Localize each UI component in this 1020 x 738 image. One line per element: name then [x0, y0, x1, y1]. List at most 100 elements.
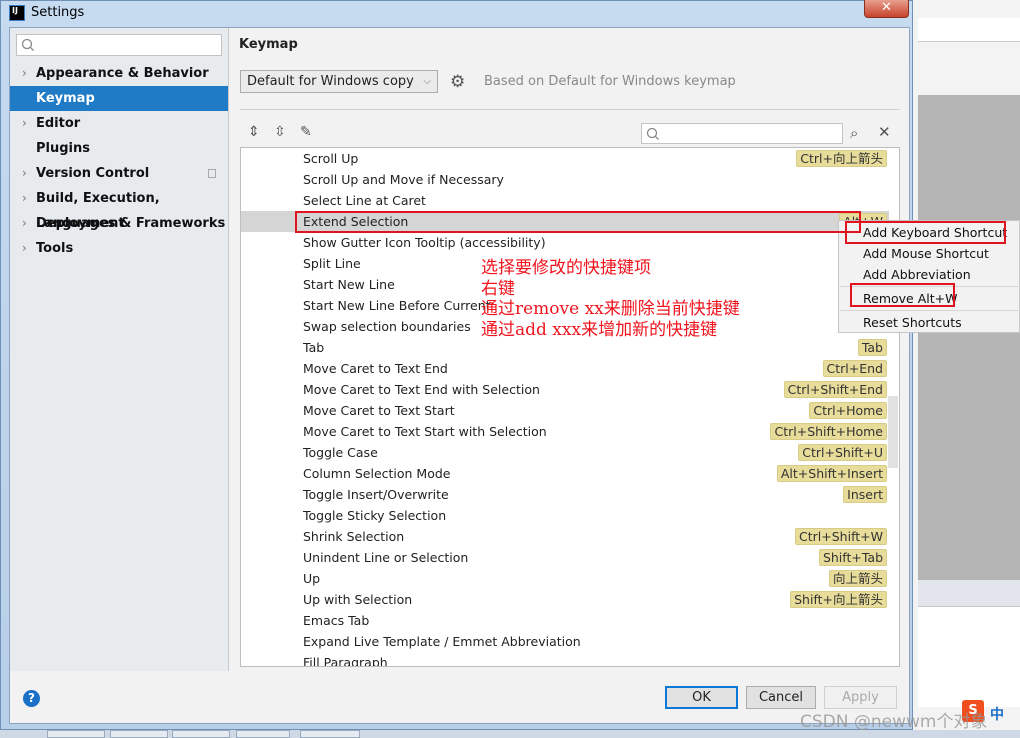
chevron-down-icon: ⌵	[423, 76, 431, 87]
taskbar-item[interactable]	[47, 730, 105, 738]
taskbar-item[interactable]	[110, 730, 168, 738]
cancel-button[interactable]: Cancel	[746, 686, 816, 709]
action-row[interactable]: Toggle Case Ctrl+Shift+U	[241, 442, 889, 463]
chevron-right-icon[interactable]: ›	[22, 236, 27, 261]
sidebar-item-version-control[interactable]: › Version Control	[10, 161, 228, 186]
action-row[interactable]: Expand Live Template / Emmet Abbreviatio…	[241, 631, 889, 652]
gear-icon[interactable]: ⚙	[450, 72, 465, 92]
annotation-text: 选择要修改的快捷键项	[481, 258, 651, 278]
sidebar-item-keymap[interactable]: Keymap	[10, 86, 228, 111]
shortcut-badge: Ctrl+Home	[809, 402, 887, 419]
clear-filter-icon[interactable]: ✕	[878, 123, 891, 141]
highlight-box	[295, 211, 861, 233]
chevron-right-icon[interactable]: ›	[22, 211, 27, 236]
action-row[interactable]: Up 向上箭头	[241, 568, 889, 589]
ime-mode[interactable]: 中	[990, 704, 1004, 724]
divider	[240, 109, 900, 110]
sidebar-item-label: Appearance & Behavior	[36, 66, 209, 81]
action-row[interactable]: Move Caret to Text Start with Selection C…	[241, 421, 889, 442]
annotation-text: 通过add xxx来增加新的快捷键	[481, 320, 718, 340]
page-title: Keymap	[239, 37, 298, 52]
action-row[interactable]: Select Line at Caret	[241, 190, 889, 211]
chevron-right-icon[interactable]: ›	[22, 186, 27, 211]
sidebar-item-tools[interactable]: › Tools	[10, 236, 228, 261]
scrollbar-thumb[interactable]	[888, 396, 898, 468]
annotation-text: 通过remove xx来删除当前快捷键	[481, 299, 740, 319]
action-row[interactable]: Toggle Sticky Selection	[241, 505, 889, 526]
action-name: Shrink Selection	[303, 529, 405, 544]
sidebar-item-label: Languages & Frameworks	[36, 216, 226, 231]
help-button[interactable]: ?	[23, 690, 40, 707]
shortcut-badge: Shift+向上箭头	[790, 591, 887, 608]
action-row[interactable]: Scroll Up and Move if Necessary	[241, 169, 889, 190]
taskbar-item[interactable]	[236, 730, 290, 738]
apply-button[interactable]: Apply	[824, 686, 897, 709]
action-row[interactable]: Move Caret to Text End with Selection Ctr…	[241, 379, 889, 400]
menu-separator	[840, 310, 1020, 311]
based-on-label: Based on Default for Windows keymap	[484, 74, 736, 89]
action-row[interactable]: Up with Selection Shift+向上箭头	[241, 589, 889, 610]
find-by-shortcut-icon[interactable]: ⌕	[850, 124, 858, 142]
shortcut-badge: Ctrl+Shift+U	[798, 444, 887, 461]
sidebar-item-label: Editor	[36, 116, 81, 131]
background-panel	[918, 607, 1020, 707]
close-button[interactable]: ✕	[864, 0, 909, 18]
shortcut-badge: Alt+Shift+Insert	[776, 465, 887, 482]
chevron-right-icon[interactable]: ›	[22, 161, 27, 186]
watermark: CSDN @newwm个对象	[800, 712, 988, 732]
shortcut-badge: Ctrl+向上箭头	[796, 150, 887, 167]
action-name: Expand Live Template / Emmet Abbreviatio…	[303, 634, 581, 649]
chevron-right-icon[interactable]: ›	[22, 61, 27, 86]
action-name: Up	[303, 571, 321, 586]
action-row[interactable]: Fill Paragraph	[241, 652, 889, 666]
menu-item-add-abbreviation[interactable]: Add Abbreviation	[863, 267, 971, 282]
action-name: Start New Line	[303, 277, 395, 292]
window-title: Settings	[31, 5, 85, 20]
keymap-select[interactable]: Default for Windows copy ⌵	[240, 70, 438, 93]
action-row[interactable]: Column Selection Mode Alt+Shift+Insert	[241, 463, 889, 484]
ok-button[interactable]: OK	[665, 686, 738, 709]
shortcut-badge: Insert	[843, 486, 887, 503]
shortcut-badge: 向上箭头	[828, 570, 887, 587]
expand-all-icon[interactable]: ⇕	[248, 124, 260, 140]
chevron-right-icon[interactable]: ›	[22, 111, 27, 136]
action-row[interactable]: Show Gutter Icon Tooltip (accessibility)…	[241, 232, 889, 253]
action-name: Tab	[303, 340, 325, 355]
sidebar-item-plugins[interactable]: Plugins	[10, 136, 228, 161]
shortcut-badge: Tab	[857, 339, 887, 356]
settings-search-input[interactable]	[16, 34, 222, 56]
search-icon	[21, 38, 34, 51]
collapse-all-icon[interactable]: ⇳	[274, 124, 286, 140]
action-name: Toggle Sticky Selection	[303, 508, 447, 523]
action-name: Up with Selection	[303, 592, 413, 607]
sidebar-item-editor[interactable]: › Editor	[10, 111, 228, 136]
action-row[interactable]: Move Caret to Text Start Ctrl+Home	[241, 400, 889, 421]
menu-item-add-mouse-shortcut[interactable]: Add Mouse Shortcut	[863, 246, 989, 261]
action-name: Move Caret to Text End with Selection	[303, 382, 540, 397]
background-editor-area	[918, 95, 1020, 580]
action-row[interactable]: Emacs Tab	[241, 610, 889, 631]
menu-item-reset-shortcuts[interactable]: Reset Shortcuts	[863, 315, 962, 330]
action-row[interactable]: Shrink Selection Ctrl+Shift+W	[241, 526, 889, 547]
sidebar-item-languages-frameworks[interactable]: › Languages & Frameworks	[10, 211, 228, 236]
action-row[interactable]: Scroll Up Ctrl+向上箭头	[241, 148, 889, 169]
edit-icon[interactable]: ✎	[300, 124, 312, 140]
app-icon: IJ	[9, 5, 25, 21]
action-row[interactable]: Unindent Line or Selection Shift+Tab	[241, 547, 889, 568]
action-row[interactable]: Toggle Insert/Overwrite Insert	[241, 484, 889, 505]
taskbar-item[interactable]	[172, 730, 230, 738]
action-name: Scroll Up and Move if Necessary	[303, 172, 504, 187]
filter-search-input[interactable]	[641, 123, 843, 144]
action-row[interactable]: Move Caret to Text End Ctrl+End	[241, 358, 889, 379]
action-name: Move Caret to Text End	[303, 361, 448, 376]
background-window-bar	[918, 18, 1020, 42]
action-name: Emacs Tab	[303, 613, 370, 628]
taskbar-item[interactable]	[300, 730, 360, 738]
close-icon: ✕	[881, 0, 892, 15]
sidebar-item-build-execution-deployment[interactable]: › Build, Execution, Deployment	[10, 186, 228, 231]
highlight-box	[845, 221, 1006, 244]
action-name: Start New Line Before Current	[303, 298, 491, 313]
action-name: Select Line at Caret	[303, 193, 426, 208]
sidebar-item-appearance-behavior[interactable]: › Appearance & Behavior	[10, 61, 228, 86]
sidebar-item-label: Version Control	[36, 166, 150, 181]
